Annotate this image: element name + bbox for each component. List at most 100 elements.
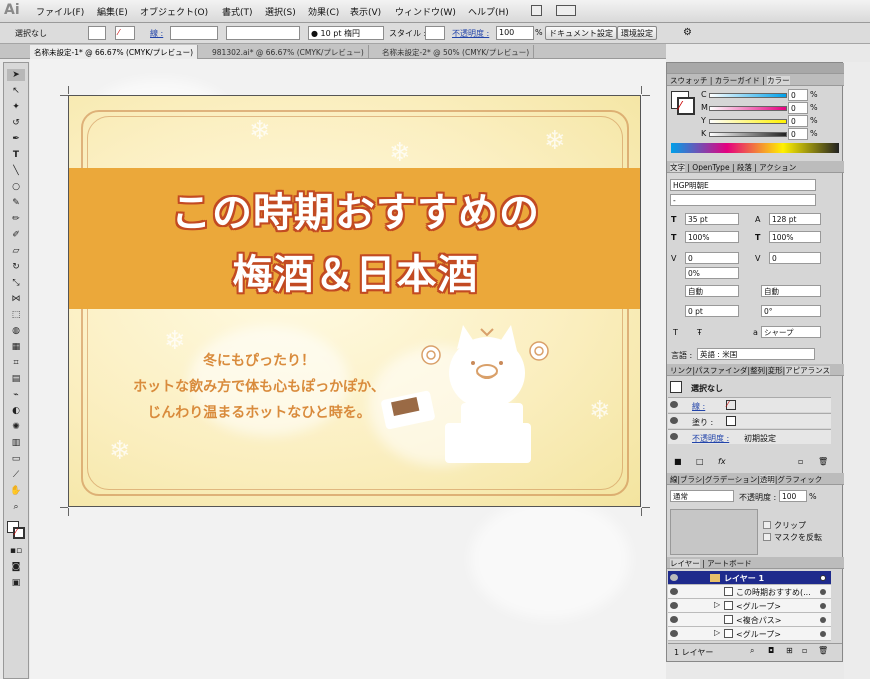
graph-tool-icon[interactable]: ▥ bbox=[7, 437, 25, 449]
selection-tool-icon[interactable]: ➤ bbox=[7, 69, 25, 81]
tab-links[interactable]: リンク bbox=[670, 366, 693, 375]
tab-brush[interactable]: ブラシ bbox=[680, 475, 702, 484]
y-slider[interactable] bbox=[709, 119, 787, 124]
draw-mode-icon[interactable]: ◙ bbox=[7, 561, 25, 573]
target-icon[interactable] bbox=[820, 617, 826, 623]
font-family-field[interactable]: HGP明朝E bbox=[670, 179, 816, 191]
tab-actions[interactable]: アクション bbox=[759, 163, 796, 172]
appearance-opacity-label[interactable]: 不透明度 : bbox=[692, 433, 729, 444]
stroke-color-icon[interactable]: ⁄ bbox=[13, 527, 25, 539]
line-tool-icon[interactable]: ╲ bbox=[7, 165, 25, 177]
stroke-label[interactable]: 線 : bbox=[150, 28, 163, 39]
tab-pathfinder[interactable]: パスファインダ bbox=[695, 366, 748, 375]
clear-icon[interactable]: □ bbox=[696, 457, 704, 466]
menu-edit[interactable]: 編集(E) bbox=[97, 5, 128, 18]
brush-field[interactable]: ● 10 pt 楕円 bbox=[308, 26, 384, 40]
layer-row[interactable]: ▷ <グループ> bbox=[668, 599, 831, 613]
expand-icon[interactable]: ▷ bbox=[714, 628, 720, 637]
width-tool-icon[interactable]: ⋈ bbox=[7, 293, 25, 305]
artboard-tool-icon[interactable]: ▭ bbox=[7, 453, 25, 465]
mesh-tool-icon[interactable]: ⌗ bbox=[7, 357, 25, 369]
antialias-field[interactable]: シャープ bbox=[761, 326, 821, 338]
direct-selection-tool-icon[interactable]: ↖ bbox=[7, 85, 25, 97]
hand-tool-icon[interactable]: ✋ bbox=[7, 485, 25, 497]
shape-builder-icon[interactable]: ◍ bbox=[7, 325, 25, 337]
menu-object[interactable]: オブジェクト(O) bbox=[140, 5, 208, 18]
font-size-field[interactable]: 35 pt bbox=[685, 213, 739, 225]
blob-brush-icon[interactable]: ✐ bbox=[7, 229, 25, 241]
invert-mask-checkbox[interactable] bbox=[763, 533, 771, 541]
underline-icon[interactable]: T bbox=[673, 328, 678, 337]
brush-tool-icon[interactable]: ✎ bbox=[7, 197, 25, 209]
style-picker[interactable] bbox=[425, 26, 445, 40]
tab-opentype[interactable]: OpenType bbox=[692, 163, 729, 172]
appearance-stroke-row[interactable]: 線 : ⁄ bbox=[668, 397, 831, 412]
tab-swatches[interactable]: スウォッチ bbox=[670, 76, 708, 85]
tab-transform[interactable]: 変形 bbox=[768, 366, 783, 375]
tab-graphic-styles[interactable]: グラフィック bbox=[777, 475, 822, 484]
tab-color[interactable]: カラー bbox=[767, 76, 790, 85]
opacity-field[interactable]: 100 bbox=[496, 26, 534, 40]
horizontal-scale-field[interactable]: 100% bbox=[769, 231, 821, 243]
font-style-field[interactable]: - bbox=[670, 194, 816, 206]
baseline-field[interactable]: 0 pt bbox=[685, 305, 739, 317]
transparency-opacity-field[interactable]: 100 bbox=[779, 490, 807, 502]
layer-name[interactable]: レイヤー 1 bbox=[724, 573, 764, 584]
rotate-field[interactable]: 0° bbox=[761, 305, 821, 317]
tracking-field[interactable]: 0 bbox=[769, 252, 821, 264]
slice-tool-icon[interactable]: ⟋ bbox=[7, 469, 25, 481]
stroke-swatch[interactable]: ⁄ bbox=[115, 26, 135, 40]
layer-name[interactable]: この時期おすすめ(... bbox=[736, 587, 811, 598]
target-icon[interactable] bbox=[820, 603, 826, 609]
free-transform-icon[interactable]: ⬚ bbox=[7, 309, 25, 321]
menu-select[interactable]: 選択(S) bbox=[265, 5, 296, 18]
c-value[interactable]: 0 bbox=[788, 89, 808, 101]
tab-artboards[interactable]: アートボード bbox=[707, 559, 752, 568]
menu-help[interactable]: ヘルプ(H) bbox=[468, 5, 509, 18]
layer-name[interactable]: <グループ> bbox=[736, 601, 781, 612]
layer-row[interactable]: <複合パス> bbox=[668, 613, 831, 627]
blend-mode-field[interactable]: 通常 bbox=[670, 490, 734, 502]
tab-layers[interactable]: レイヤー bbox=[670, 559, 700, 568]
tab-gradient[interactable]: グラデーション bbox=[705, 475, 757, 484]
leading-field[interactable]: 128 pt bbox=[769, 213, 821, 225]
tab-transparency[interactable]: 透明 bbox=[759, 475, 775, 484]
aki-right-field[interactable]: 自動 bbox=[761, 285, 821, 297]
eyedropper-tool-icon[interactable]: ⌁ bbox=[7, 389, 25, 401]
clip-checkbox[interactable] bbox=[763, 521, 771, 529]
fill-swatch[interactable] bbox=[88, 26, 106, 40]
menu-type[interactable]: 書式(T) bbox=[222, 5, 253, 18]
type-tool-icon[interactable]: T bbox=[7, 149, 25, 161]
visibility-icon[interactable] bbox=[670, 588, 678, 595]
expand-icon[interactable]: ▷ bbox=[714, 600, 720, 609]
magic-wand-tool-icon[interactable]: ✦ bbox=[7, 101, 25, 113]
make-clip-icon[interactable]: ◘ bbox=[768, 646, 774, 655]
layer-row-top[interactable]: レイヤー 1 bbox=[668, 571, 831, 585]
fx-icon[interactable]: fx bbox=[718, 457, 726, 466]
tab-character[interactable]: 文字 bbox=[670, 163, 685, 172]
new-item-icon[interactable]: ▫ bbox=[798, 457, 803, 466]
target-icon[interactable] bbox=[820, 631, 826, 637]
pencil-tool-icon[interactable]: ✏ bbox=[7, 213, 25, 225]
visibility-icon[interactable] bbox=[670, 433, 678, 440]
k-slider[interactable] bbox=[709, 132, 787, 137]
appearance-stroke-label[interactable]: 線 : bbox=[692, 401, 705, 412]
opacity-label[interactable]: 不透明度 : bbox=[452, 28, 489, 39]
delete-icon[interactable]: 🗑 bbox=[818, 457, 828, 466]
menu-view[interactable]: 表示(V) bbox=[350, 5, 381, 18]
visibility-icon[interactable] bbox=[670, 630, 678, 637]
visibility-icon[interactable] bbox=[670, 616, 678, 623]
screen-mode-icon[interactable]: ▣ bbox=[7, 577, 25, 589]
tab-paragraph[interactable]: 段落 bbox=[737, 163, 752, 172]
document-setup-button[interactable]: ドキュメント設定 bbox=[545, 26, 617, 40]
c-slider[interactable] bbox=[709, 93, 787, 98]
zoom-tool-icon[interactable]: ⌕ bbox=[7, 501, 25, 513]
workspace-arrange-icon[interactable] bbox=[556, 5, 576, 16]
new-art-icon[interactable]: ■ bbox=[674, 457, 682, 466]
eraser-tool-icon[interactable]: ▱ bbox=[7, 245, 25, 257]
ellipse-tool-icon[interactable]: ○ bbox=[7, 181, 25, 193]
tab-doc-2[interactable]: 981302.ai* @ 66.67% (CMYK/プレビュー) bbox=[208, 45, 369, 59]
artboard[interactable]: ❄ ❄ ❄ ❄ ❄ ❄ この時期おすすめの 梅酒＆日本酒 冬にもぴったり！ ホッ… bbox=[68, 95, 641, 507]
bridge-icon[interactable] bbox=[531, 5, 542, 16]
color-mode-icon[interactable]: ▪▫ bbox=[7, 545, 25, 557]
